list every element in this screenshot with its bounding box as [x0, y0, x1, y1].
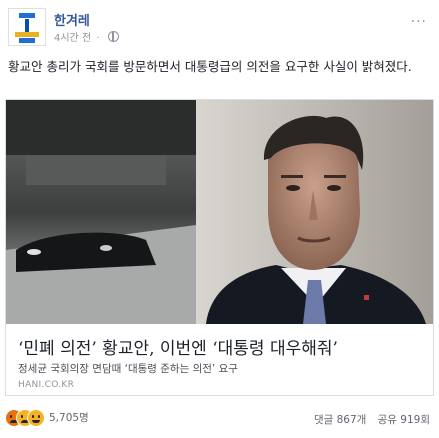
page-name[interactable]: 한겨레 [54, 10, 90, 29]
post-meta: 4시간 전 · [54, 29, 119, 44]
logo-mark [19, 13, 35, 18]
page-avatar[interactable] [8, 8, 46, 46]
link-domain: HANI.CO.KR [18, 380, 75, 390]
post-timestamp[interactable]: 4시간 전 [54, 33, 91, 44]
post-header: 한겨레 4시간 전 · ··· [8, 8, 431, 48]
share-count[interactable]: 공유 919회 [378, 414, 430, 426]
link-caption[interactable]: ‘민폐 의전’ 황교안, 이번엔 ‘대통령 대우해줘’ 정세균 국회의장 면담때… [6, 324, 433, 395]
link-image[interactable] [6, 100, 433, 324]
globe-icon[interactable] [107, 31, 119, 42]
link-preview[interactable]: ‘민폐 의전’ 황교안, 이번엔 ‘대통령 대우해줘’ 정세균 국회의장 면담때… [5, 99, 434, 396]
comment-count[interactable]: 댓글 867개 [314, 414, 366, 426]
haha-icon[interactable] [27, 409, 45, 427]
engagement-counts: 댓글 867개 공유 919회 [314, 412, 430, 427]
more-icon[interactable]: ··· [411, 14, 427, 30]
link-photo [6, 100, 433, 324]
facebook-post: 한겨레 4시간 전 · ··· 황교안 총리가 국회를 방문하면서 대통령급의 … [0, 0, 439, 438]
link-headline[interactable]: ‘민폐 의전’ 황교안, 이번엔 ‘대통령 대우해줘’ [18, 334, 338, 359]
reaction-count[interactable]: 5,705명 [49, 410, 89, 425]
post-stats: 5,705명 댓글 867개 공유 919회 [5, 407, 434, 429]
link-description: 정세균 국회의장 면담때 ‘대통령 준하는 의전’ 요구 [18, 363, 238, 375]
post-text: 황교안 총리가 국회를 방문하면서 대통령급의 의전을 요구한 사실이 밝혀졌다… [8, 59, 412, 74]
